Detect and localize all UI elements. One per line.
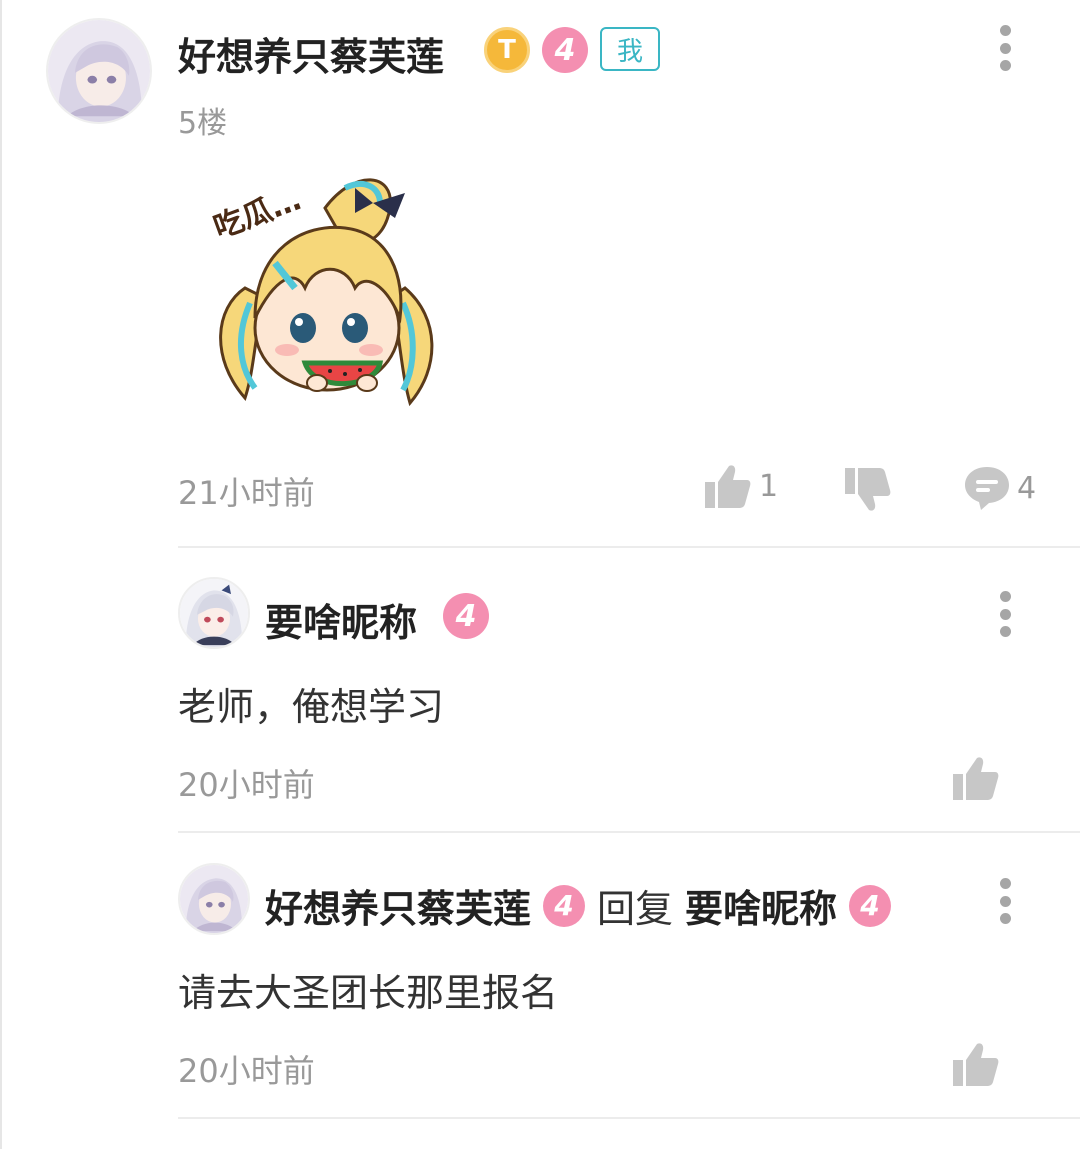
reply-username[interactable]: 好想养只蔡芙莲 [265,878,531,933]
reply-to-username[interactable]: 要啥昵称 [685,878,837,933]
comment-count: 4 [1017,470,1037,506]
divider [178,546,1080,548]
like-button[interactable] [951,754,999,802]
more-options-icon[interactable] [995,591,1015,637]
avatar-image [180,865,248,933]
more-options-icon[interactable] [995,25,1015,71]
like-count: 1 [759,468,779,504]
floor-number: 5楼 [178,106,228,141]
like-button[interactable]: 1 [703,462,778,510]
avatar-image [48,20,150,122]
reply-time: 20小时前 [178,766,315,804]
thumbs-down-icon [845,468,891,511]
me-badge: 我 [600,27,660,71]
comment-bubble-icon [965,467,1009,510]
post-time: 21小时前 [178,474,315,512]
sticker-image[interactable]: 吃瓜… [205,168,445,418]
more-options-icon[interactable] [995,878,1015,924]
reply-avatar[interactable] [178,577,250,649]
user-avatar[interactable] [46,18,152,124]
thumbs-up-icon [953,757,999,800]
left-edge-line [0,0,2,1149]
reply-text: 请去大圣团长那里报名 [178,971,559,1015]
thumbs-up-icon [705,465,751,508]
like-button[interactable] [951,1040,999,1088]
divider [178,1117,1080,1119]
level-badge: 4 [542,27,588,73]
reply-header: 好想养只蔡芙莲 4 回复 要啥昵称 4 [265,878,892,933]
reply-text: 老师，俺想学习 [178,685,445,729]
thumbs-up-icon [953,1043,999,1086]
reply-word: 回复 [597,887,674,931]
avatar-image [180,579,248,647]
dislike-button[interactable] [843,466,891,514]
reply-time: 20小时前 [178,1052,315,1090]
divider [178,831,1080,833]
reply-username[interactable]: 要啥昵称 [265,592,417,647]
comment-button[interactable]: 4 [963,465,1036,511]
level-badge: 4 [443,593,489,639]
level-badge: 4 [849,884,892,927]
chibi-eating-watermelon-sticker: 吃瓜… [209,178,434,407]
username[interactable]: 好想养只蔡芙莲 [178,26,444,81]
level-badge: 4 [543,884,586,927]
sticker-caption: 吃瓜… [209,182,306,246]
reply-avatar[interactable] [178,863,250,935]
gold-t-badge: T [484,27,530,73]
